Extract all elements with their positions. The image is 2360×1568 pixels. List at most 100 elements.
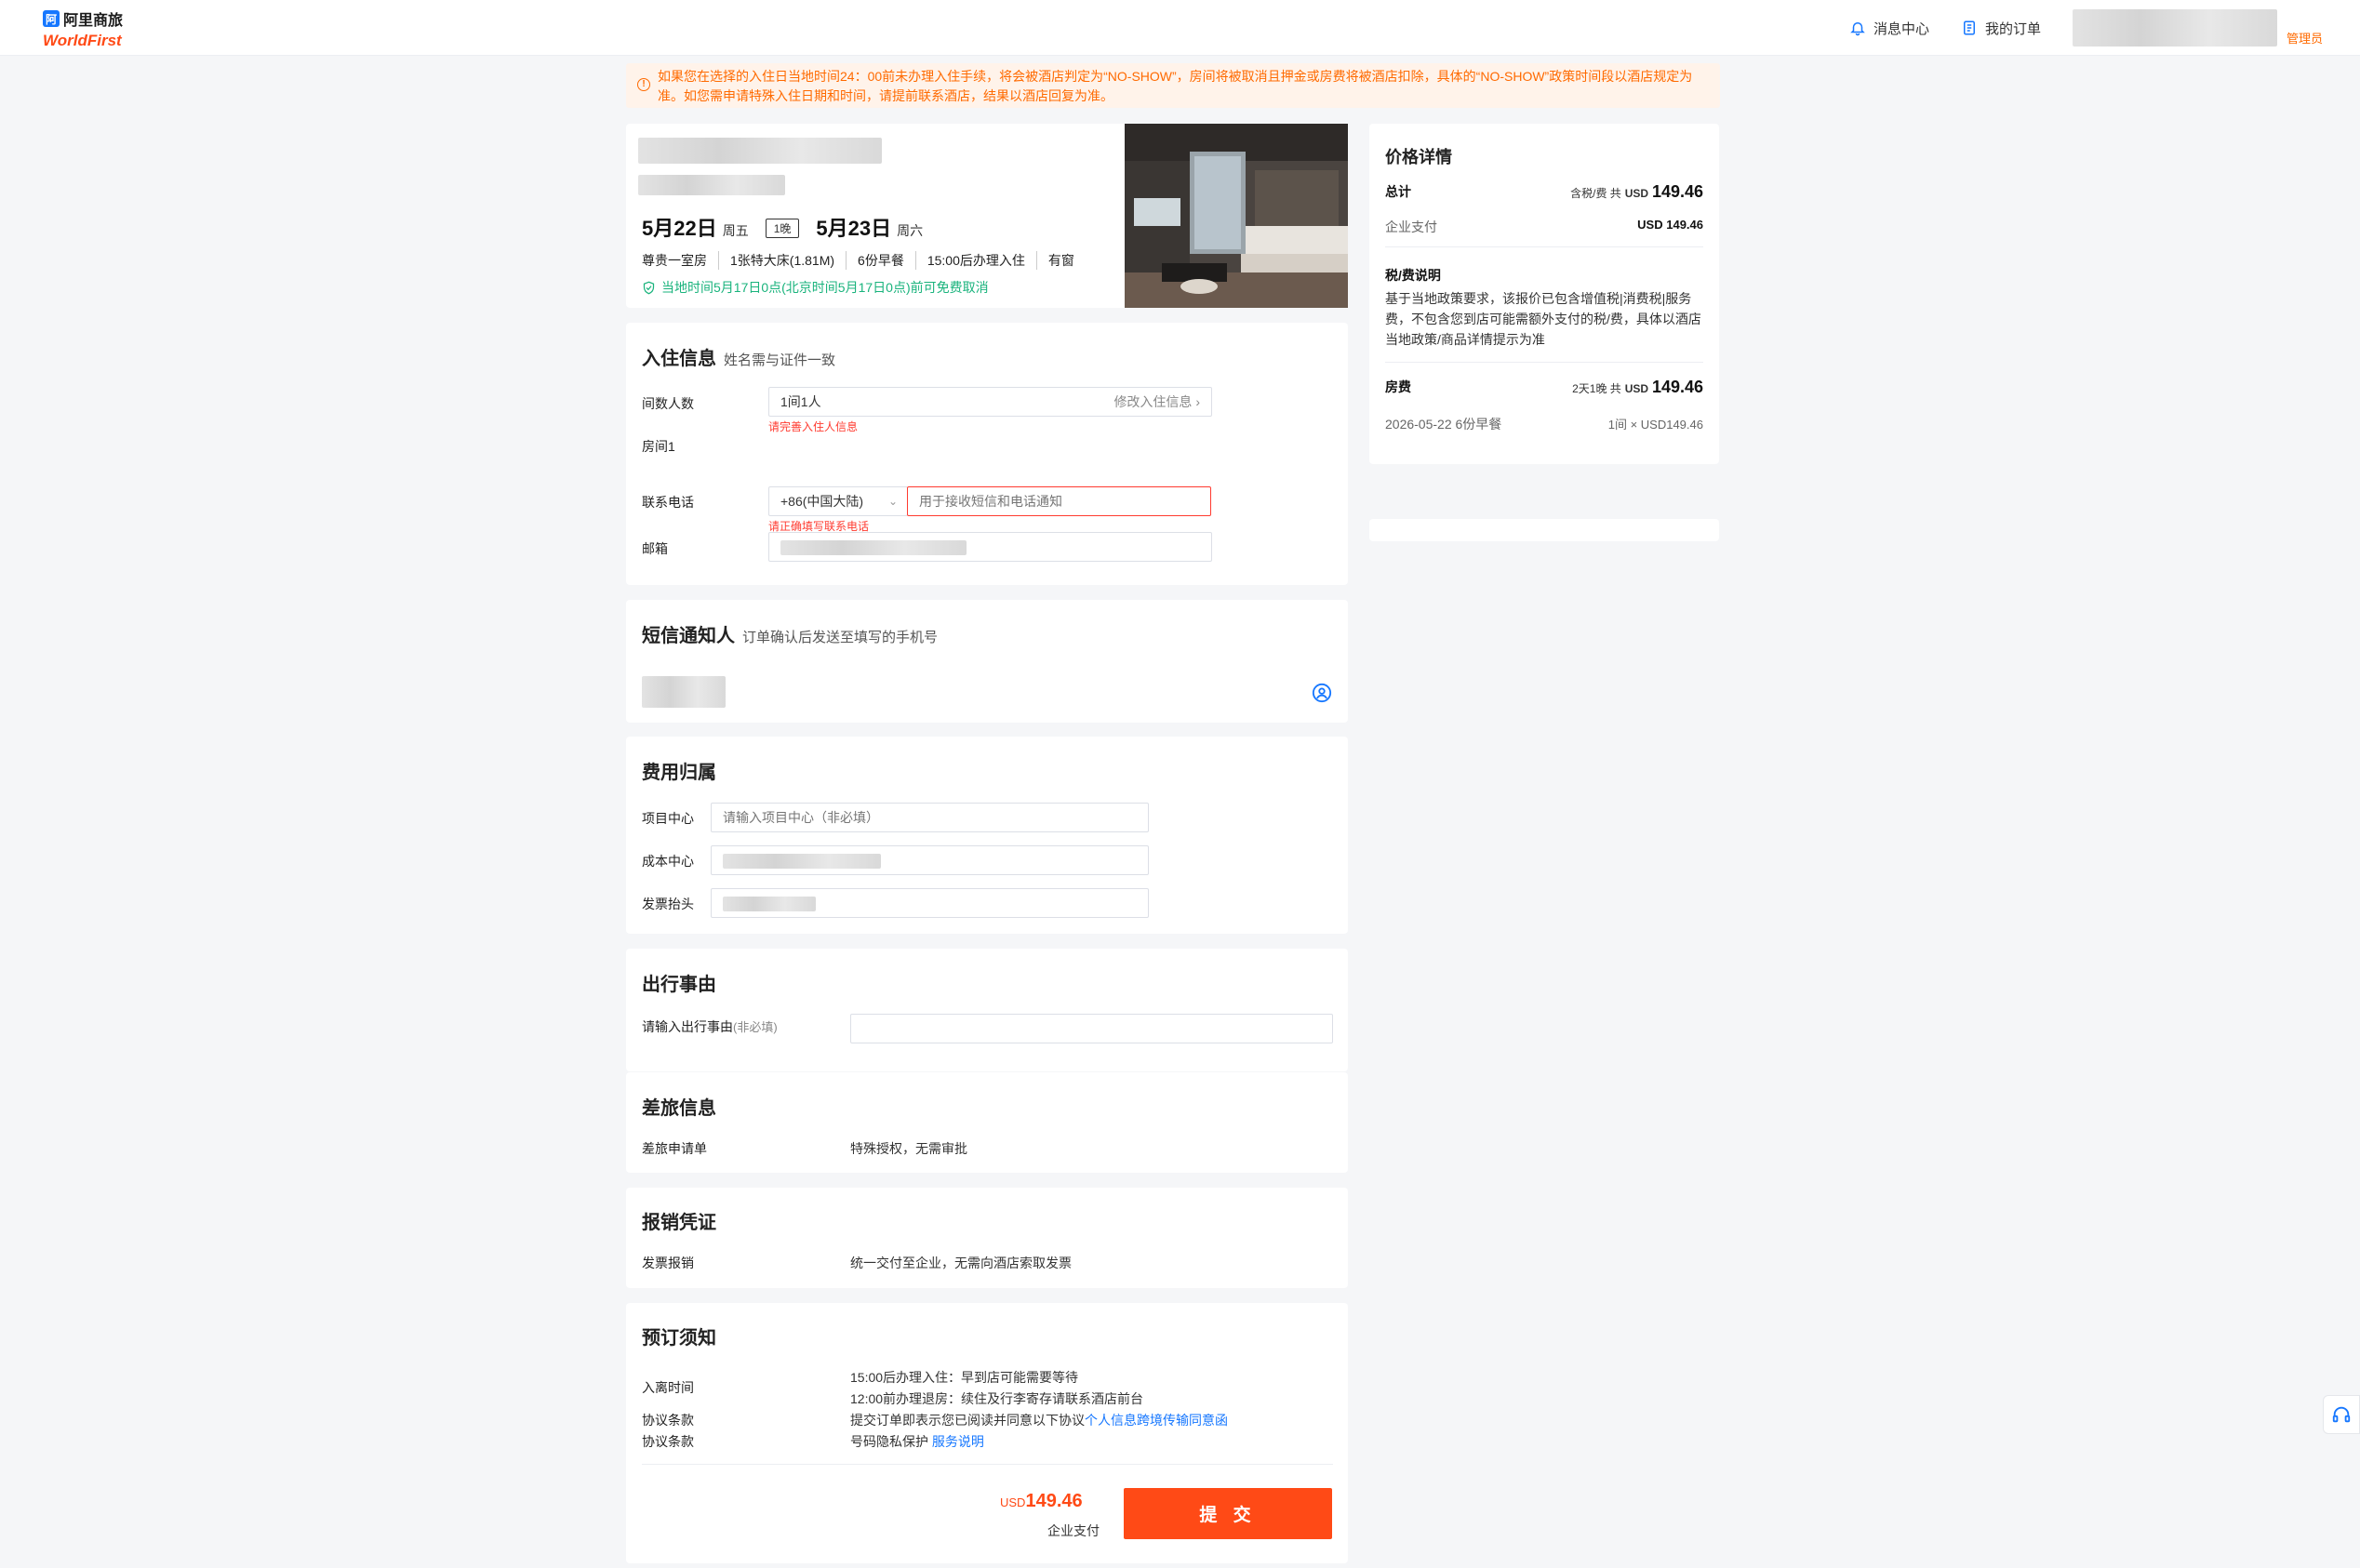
trip-reason-card: [626, 949, 1348, 1071]
room-fee-prefix: 2天1晚 共: [1572, 382, 1621, 395]
room-fee-amount: 149.46: [1651, 378, 1703, 396]
trip-reason-optional: (非必填): [733, 1020, 778, 1034]
night-price-row: 2026-05-22 6份早餐 1间 × USD149.46: [1385, 415, 1703, 433]
email-label: 邮箱: [642, 541, 668, 556]
rooms-error: 请完善入住人信息: [768, 420, 859, 433]
rooms-guests-value: 1间1人: [780, 394, 821, 409]
price-divider: [1385, 246, 1703, 247]
room1-label: 房间1: [642, 439, 675, 454]
cost-center-label: 成本中心: [642, 854, 694, 869]
footer-amount: 149.46: [1025, 1491, 1083, 1511]
invoice-label: 发票抬头: [642, 897, 694, 911]
checkout-date: 5月23日: [816, 217, 892, 240]
night-price: 1间 × USD149.46: [1607, 418, 1703, 432]
submit-button[interactable]: 提 交: [1124, 1488, 1332, 1539]
stay-dates: 5月22日 周五 1晚 5月23日 周六: [642, 212, 934, 242]
price-title: 价格详情: [1385, 148, 1452, 166]
top-bar: 阿阿里商旅 WorldFirst 消息中心 我的订单 管理员: [0, 0, 2360, 56]
warning-icon: !: [637, 78, 650, 91]
sms-title: 短信通知人 订单确认后发送至填写的手机号: [642, 626, 939, 646]
checkin-info-title: 入住信息 姓名需与证件一致: [642, 349, 836, 369]
nights-badge: 1晚: [765, 219, 800, 238]
cost-center-redacted: [723, 854, 881, 869]
travel-info-card: [626, 1072, 1348, 1173]
hotel-name-redacted: [638, 138, 882, 164]
room-features: 尊贵一室房 1张特大床(1.81M) 6份早餐 15:00后办理入住 有窗: [642, 251, 1086, 270]
document-icon: [1963, 20, 1975, 35]
agreement-text: 提交订单即表示您已阅读并同意以下协议个人信息跨境传输同意函: [850, 1413, 1228, 1428]
price-total-row: 总计 含税/费 共 USD 149.46: [1385, 182, 1703, 202]
project-label: 项目中心: [642, 811, 694, 826]
no-show-notice: ! 如果您在选择的入住日当地时间24：00前未办理入住手续，将会被酒店判定为“N…: [626, 63, 1720, 108]
room-feature: 15:00后办理入住: [914, 251, 1036, 270]
cost-center-input[interactable]: [711, 845, 1149, 875]
cross-border-consent-link[interactable]: 个人信息跨境传输同意函: [1085, 1413, 1228, 1428]
logo-text: 阿里商旅: [63, 13, 124, 29]
room-fee-label: 房费: [1385, 379, 1411, 394]
checkout-note: 12:00前办理退房：续住及行李寄存请联系酒店前台: [850, 1391, 1144, 1406]
my-orders-label: 我的订单: [1984, 20, 2041, 37]
contacts-icon[interactable]: [1312, 683, 1332, 703]
privacy-text: 号码隐私保护 服务说明: [850, 1434, 984, 1449]
cost-title: 费用归属: [642, 763, 716, 783]
message-center-label: 消息中心: [1873, 20, 1929, 37]
shield-check-icon: [643, 281, 655, 294]
headset-icon: [2332, 1406, 2351, 1423]
service-description-link[interactable]: 服务说明: [932, 1434, 984, 1449]
cancel-policy-text: 当地时间5月17日0点(北京时间5月17日0点)前可免费取消: [661, 280, 989, 295]
sms-card: [626, 600, 1348, 723]
travel-request-value: 特殊授权，无需审批: [850, 1141, 967, 1156]
total-amount: 149.46: [1651, 182, 1703, 201]
logo-brand: WorldFirst: [43, 32, 122, 49]
edit-guest-info-link[interactable]: 修改入住信息 ›: [1113, 388, 1200, 416]
chevron-right-icon: ›: [1195, 394, 1200, 409]
phone-country-value: +86(中国大陆): [780, 494, 864, 509]
trip-reason-input[interactable]: [850, 1014, 1333, 1043]
price-extra-card: [1369, 519, 1719, 541]
my-orders-link[interactable]: 我的订单: [1961, 19, 2041, 38]
room-fee-row: 房费 2天1晚 共 USD 149.46: [1385, 378, 1703, 397]
cancel-policy: 当地时间5月17日0点(北京时间5月17日0点)前可免费取消: [642, 278, 989, 297]
invoice-input[interactable]: [711, 888, 1149, 918]
hotel-room-photo[interactable]: [1125, 124, 1348, 308]
room-feature: 6份早餐: [846, 251, 915, 270]
sms-subtitle: 订单确认后发送至填写的手机号: [742, 630, 939, 645]
footer-divider: [642, 1464, 1333, 1465]
checkin-info-subtitle: 姓名需与证件一致: [724, 352, 836, 368]
tax-title: 税/费说明: [1385, 268, 1441, 283]
tax-text: 基于当地政策要求，该报价已包含增值税|消费税|服务费，不包含您到店可能需额外支付…: [1385, 291, 1701, 347]
checkin-note: 15:00后办理入住：早到店可能需要等待: [850, 1370, 1079, 1385]
company-pay-value: USD 149.46: [1637, 218, 1703, 232]
room-feature: 1张特大床(1.81M): [718, 251, 846, 270]
customer-service-button[interactable]: [2323, 1395, 2360, 1434]
phone-input[interactable]: [907, 486, 1211, 516]
price-divider: [1385, 362, 1703, 363]
checkin-date: 5月22日: [642, 217, 717, 240]
phone-country-select[interactable]: +86(中国大陆) ⌄: [768, 486, 908, 516]
reimburse-card: [626, 1188, 1348, 1288]
room-feature: 尊贵一室房: [642, 253, 707, 268]
company-pay-label: 企业支付: [1385, 219, 1437, 234]
phone-label: 联系电话: [642, 495, 694, 510]
room-feature: 有窗: [1035, 251, 1086, 270]
footer-pay-method: 企业支付: [1047, 1523, 1100, 1538]
sms-contact-redacted[interactable]: [642, 676, 726, 708]
invoice-redacted: [723, 897, 816, 911]
message-center-link[interactable]: 消息中心: [1849, 19, 1929, 38]
footer-currency: USD: [1000, 1495, 1026, 1509]
project-input[interactable]: [711, 803, 1149, 832]
account-menu[interactable]: 管理员: [2072, 9, 2323, 47]
bell-icon: [1850, 22, 1865, 36]
rooms-guests-field[interactable]: 1间1人 修改入住信息 ›: [768, 387, 1212, 417]
email-input[interactable]: [768, 532, 1212, 562]
logo[interactable]: 阿阿里商旅 WorldFirst: [43, 7, 123, 50]
checkout-weekday: 周六: [897, 223, 924, 238]
role-badge: 管理员: [2286, 32, 2323, 46]
account-name-redacted: [2072, 9, 2277, 47]
hotel-address-redacted: [638, 175, 785, 195]
email-redacted: [780, 540, 967, 555]
total-label: 总计: [1385, 184, 1411, 199]
booking-notes-title: 预订须知: [642, 1328, 716, 1349]
invoice-reimburse-label: 发票报销: [642, 1256, 694, 1270]
invoice-reimburse-value: 统一交付至企业，无需向酒店索取发票: [850, 1256, 1072, 1270]
